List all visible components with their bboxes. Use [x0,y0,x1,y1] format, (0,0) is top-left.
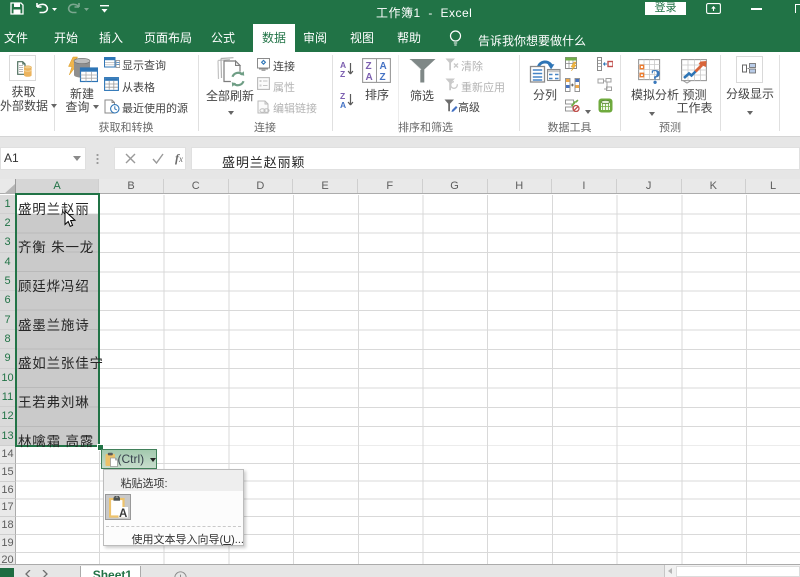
svg-text:Z: Z [380,72,386,83]
svg-text:A: A [366,72,373,83]
svg-text:A: A [380,61,387,72]
svg-text:Z: Z [340,69,345,78]
svg-text:A: A [119,508,127,518]
svg-text:?: ? [651,65,662,86]
svg-text:Z: Z [366,61,372,72]
svg-text:A: A [340,100,346,109]
